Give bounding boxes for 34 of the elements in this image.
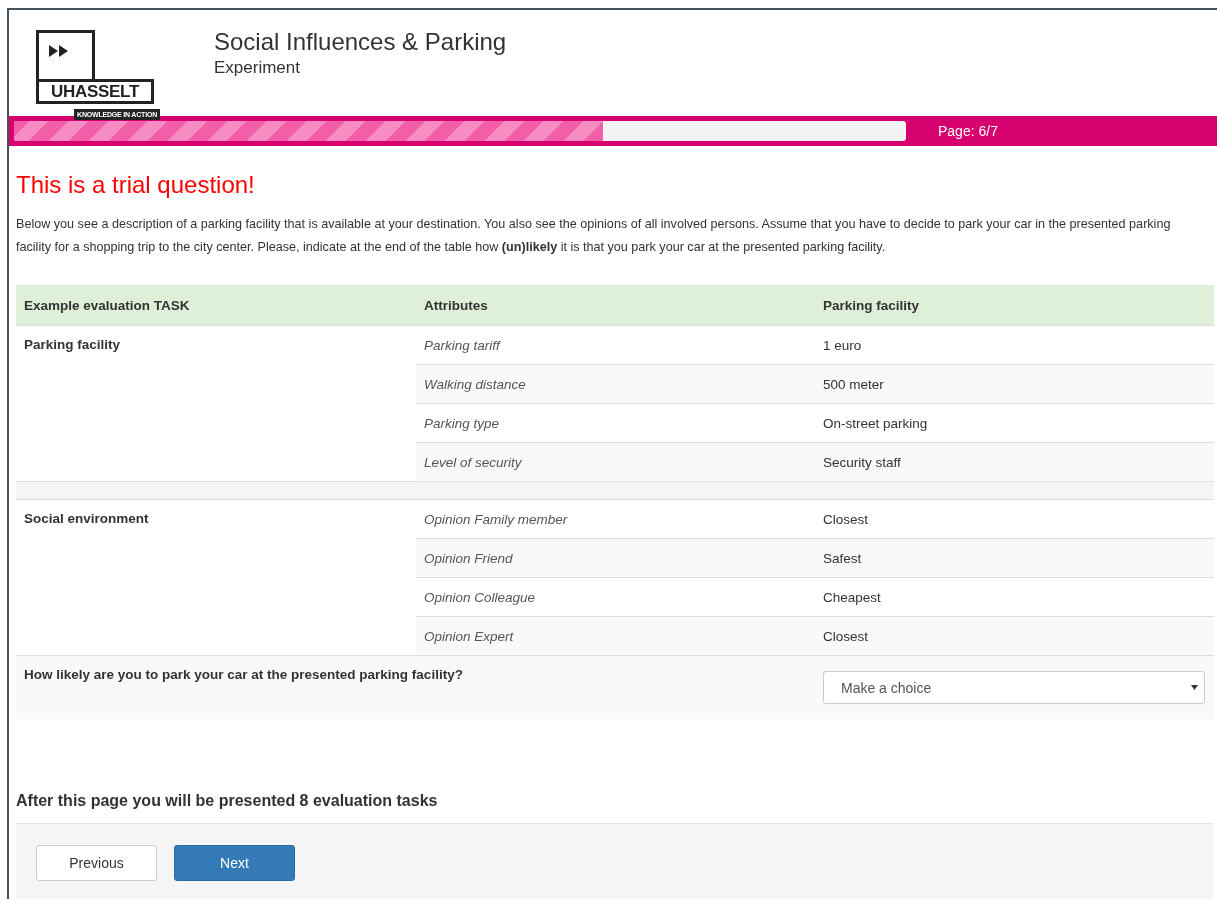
caret-icon: [1191, 685, 1198, 690]
group-label: Social environment: [16, 499, 416, 656]
trial-heading: This is a trial question!: [16, 171, 256, 199]
value-cell: Closest: [815, 499, 1214, 539]
attribute-cell: Opinion Friend: [416, 538, 815, 578]
logo-wordmark: UHASSELT: [36, 79, 154, 104]
value-cell: 1 euro: [815, 325, 1214, 365]
value-cell: Security staff: [815, 442, 1214, 482]
column-header: Attributes: [416, 285, 815, 326]
survey-subtitle: Experiment: [214, 57, 301, 79]
column-header: Example evaluation TASK: [16, 285, 416, 326]
column-header: Parking facility: [815, 285, 1214, 326]
value-cell: On-street parking: [815, 403, 1214, 443]
group-label: Parking facility: [16, 325, 416, 482]
likelihood-select[interactable]: Make a choice: [823, 671, 1205, 704]
page-counter: Page: 6/7: [938, 123, 998, 139]
attribute-cell: Parking tariff: [416, 325, 815, 365]
attribute-cell: Level of security: [416, 442, 815, 482]
previous-button[interactable]: Previous: [36, 845, 157, 881]
survey-title: Social Influences & Parking: [214, 28, 507, 56]
attribute-cell: Parking type: [416, 403, 815, 443]
value-cell: Safest: [815, 538, 1214, 578]
fast-forward-icon: [36, 30, 95, 82]
attribute-cell: Opinion Family member: [416, 499, 815, 539]
instructions-text: Below you see a description of a parking facility that is available at your destination. You also see the opinions of all involved persons. Assume that you have to decide to park your car in the presented parking facility for a shopping trip to the city center. Please, indicate at the end of the table how (un)likely it is that you park your car at the presented parking facility.: [16, 216, 1172, 256]
value-cell: 500 meter: [815, 364, 1214, 404]
value-cell: Cheapest: [815, 577, 1214, 617]
next-button[interactable]: Next: [174, 845, 295, 881]
attribute-cell: Walking distance: [416, 364, 815, 404]
attribute-cell: Opinion Colleague: [416, 577, 815, 617]
tasks-note: After this page you will be presented 8 evaluation tasks: [16, 792, 439, 810]
question-label: How likely are you to park your car at the presented parking facility?: [16, 655, 815, 719]
value-cell: Closest: [815, 616, 1214, 656]
attribute-cell: Opinion Expert: [416, 616, 815, 656]
